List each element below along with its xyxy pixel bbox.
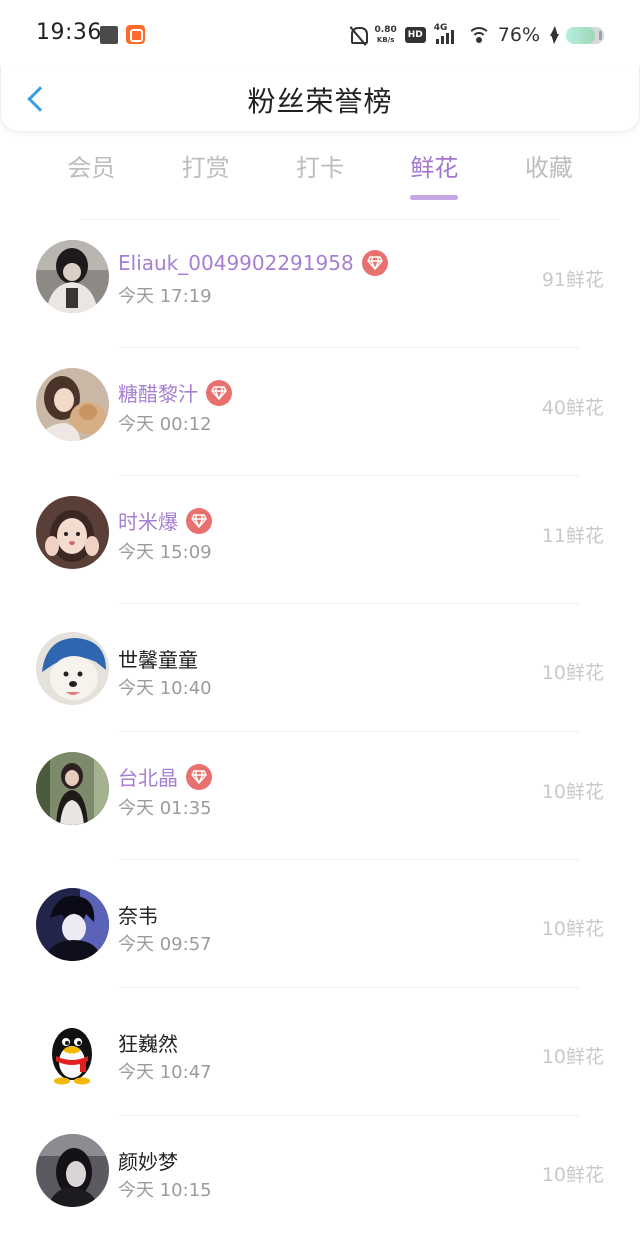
fan-name: 糖醋黎汁 xyxy=(118,382,198,406)
fan-name: Eliauk_0049902291958 xyxy=(118,251,354,275)
avatar xyxy=(36,1016,109,1089)
avatar xyxy=(36,752,109,825)
status-time: 19:36 xyxy=(36,20,102,45)
list-item[interactable]: 世馨童童 今天 10:40 10鲜花 xyxy=(0,604,640,732)
signal-4g-icon: 4G xyxy=(434,23,460,46)
page-title: 粉丝荣誉榜 xyxy=(247,85,393,118)
avatar xyxy=(36,1134,109,1207)
network-speed-value: 0.80 xyxy=(374,25,397,35)
avatar xyxy=(36,632,109,705)
mute-bell-icon xyxy=(349,25,368,45)
flower-count: 40鲜花 xyxy=(541,397,604,419)
list-item[interactable]: 时米爆 今天 15:09 11鲜花 xyxy=(0,476,640,604)
flower-count: 10鲜花 xyxy=(541,1046,604,1068)
fan-name: 狂巍然 xyxy=(118,1032,178,1056)
charging-bolt-icon xyxy=(548,26,559,44)
fan-time: 今天 10:40 xyxy=(118,678,212,699)
list-item[interactable]: 狂巍然 今天 10:47 10鲜花 xyxy=(0,988,640,1116)
list-item[interactable]: 台北晶 今天 01:35 10鲜花 xyxy=(0,732,640,860)
tab-member[interactable]: 会员 xyxy=(34,148,148,200)
flower-count: 10鲜花 xyxy=(541,781,604,803)
status-bar: 19:36 0.80 KB/s HD 4G 76% xyxy=(0,0,640,66)
fan-time: 今天 09:57 xyxy=(118,934,212,955)
tab-flowers[interactable]: 鲜花 xyxy=(377,148,491,200)
fan-time: 今天 00:12 xyxy=(118,414,212,435)
tab-checkin[interactable]: 打卡 xyxy=(263,148,377,200)
hd-icon: HD xyxy=(404,27,426,43)
name-line: 台北晶 xyxy=(118,762,212,791)
fan-time: 今天 10:47 xyxy=(118,1062,212,1083)
list-item[interactable]: 糖醋黎汁 今天 00:12 40鲜花 xyxy=(0,348,640,476)
tab-reward[interactable]: 打赏 xyxy=(148,148,262,200)
vip-diamond-icon xyxy=(186,763,212,790)
flower-count: 10鲜花 xyxy=(541,1164,604,1186)
tab-favorites[interactable]: 收藏 xyxy=(492,148,606,200)
fan-name: 颜妙梦 xyxy=(118,1150,178,1174)
avatar xyxy=(36,888,109,961)
name-line: 世馨童童 xyxy=(118,644,198,673)
avatar xyxy=(36,368,109,441)
fan-time: 今天 01:35 xyxy=(118,798,212,819)
notification-square-icon xyxy=(100,26,118,44)
vip-diamond-icon xyxy=(206,379,232,406)
fan-name: 世馨童童 xyxy=(118,648,198,672)
name-line: Eliauk_0049902291958 xyxy=(118,250,388,276)
battery-fill xyxy=(566,26,595,44)
fan-time: 今天 15:09 xyxy=(118,542,212,563)
name-line: 奈韦 xyxy=(118,900,158,929)
flower-count: 10鲜花 xyxy=(541,918,604,940)
list-item[interactable]: Eliauk_0049902291958 今天 17:19 91鲜花 xyxy=(0,220,640,348)
network-speed: 0.80 KB/s xyxy=(375,25,397,45)
avatar xyxy=(36,240,109,313)
name-line: 狂巍然 xyxy=(118,1028,178,1057)
vip-diamond-icon xyxy=(361,250,388,276)
battery-icon xyxy=(566,26,604,44)
flower-count: 10鲜花 xyxy=(541,662,604,684)
flower-count: 91鲜花 xyxy=(541,269,604,291)
fan-name: 台北晶 xyxy=(118,766,178,790)
vip-diamond-icon xyxy=(186,507,212,534)
page-header: 粉丝荣誉榜 xyxy=(0,66,640,132)
name-line: 颜妙梦 xyxy=(118,1146,178,1175)
name-line: 糖醋黎汁 xyxy=(118,378,232,407)
list-item[interactable]: 奈韦 今天 09:57 10鲜花 xyxy=(0,860,640,988)
name-line: 时米爆 xyxy=(118,506,212,535)
fan-name: 奈韦 xyxy=(118,904,158,928)
fan-time: 今天 10:15 xyxy=(118,1180,212,1201)
status-icons: 0.80 KB/s HD 4G 76% xyxy=(349,22,604,48)
network-speed-unit: KB/s xyxy=(376,36,395,44)
app-notification-icon xyxy=(126,25,145,44)
flower-count: 11鲜花 xyxy=(541,525,604,547)
list-item[interactable]: 颜妙梦 今天 10:15 10鲜花 xyxy=(0,1116,640,1233)
avatar xyxy=(36,496,109,569)
category-tabs: 会员 打赏 打卡 鲜花 收藏 xyxy=(34,148,606,204)
wifi-icon xyxy=(467,26,490,44)
fan-time: 今天 17:19 xyxy=(118,286,212,307)
battery-percent: 76% xyxy=(497,24,540,46)
fan-name: 时米爆 xyxy=(118,510,178,534)
